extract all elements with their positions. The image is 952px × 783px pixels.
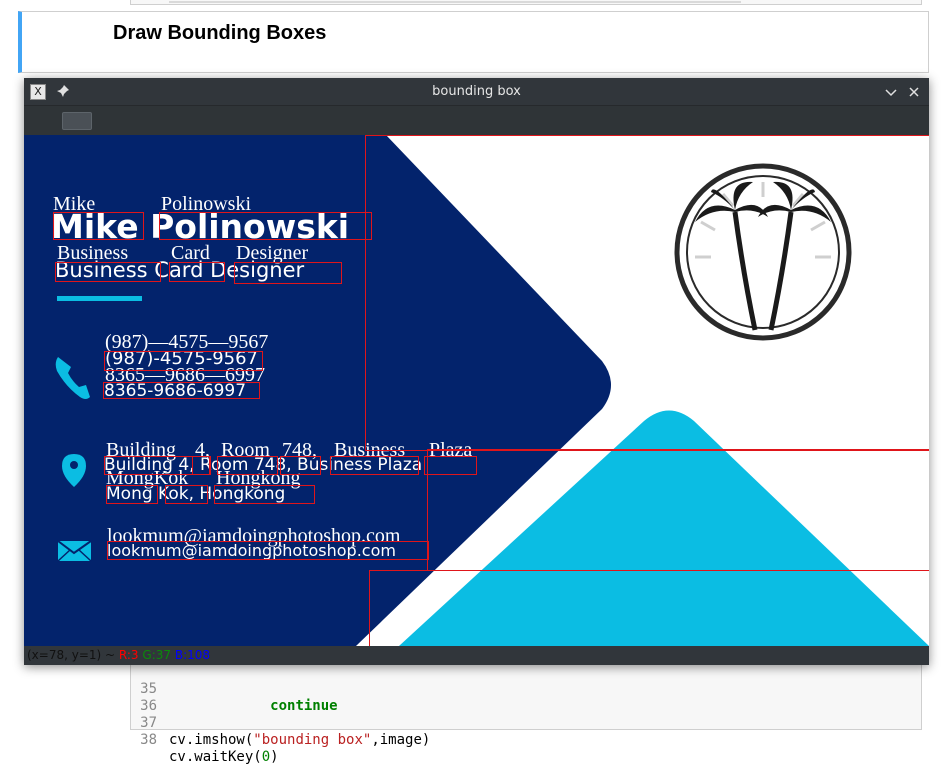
bounding-box xyxy=(280,456,321,475)
previous-cell-scrollbar xyxy=(169,1,741,3)
bounding-box xyxy=(214,485,315,504)
image-canvas[interactable]: Mike Polinowski Business Card Designer (… xyxy=(24,135,929,646)
bounding-box xyxy=(234,262,342,284)
code-line: 36 xyxy=(131,681,165,714)
image-window[interactable]: X bounding box Mike Polinowski Business … xyxy=(24,78,929,665)
bounding-box xyxy=(53,212,144,240)
bounding-box xyxy=(217,456,278,475)
bounding-box xyxy=(369,570,929,646)
code-line: 37 cv.imshow("bounding box",image) xyxy=(131,698,430,748)
code-text: cv.waitKey(0) xyxy=(169,749,279,765)
mail-icon xyxy=(57,540,92,562)
accent-line xyxy=(57,296,142,301)
window-titlebar[interactable]: X bounding box xyxy=(24,78,929,106)
bounding-box xyxy=(165,485,208,504)
bounding-box xyxy=(330,456,419,475)
line-number: 38 xyxy=(140,732,157,748)
window-statusbar: (x=78, y=1) ~ R:3 G:37 B:108 xyxy=(24,646,929,665)
previous-cell-edge xyxy=(130,0,922,5)
bounding-box xyxy=(365,135,929,451)
window-toolbar xyxy=(24,106,929,135)
bounding-box xyxy=(192,456,211,475)
code-text: cv.imshow("bounding box",image) xyxy=(169,732,431,748)
bounding-box xyxy=(159,212,372,240)
code-line: 38 cv.waitKey(0) xyxy=(131,715,278,765)
bounding-box xyxy=(55,262,161,282)
code-line: 35 continue xyxy=(131,664,337,714)
bounding-box xyxy=(103,382,260,399)
bounding-box xyxy=(427,449,929,571)
close-icon[interactable] xyxy=(905,83,923,101)
markdown-heading: Draw Bounding Boxes xyxy=(113,22,327,44)
bounding-box xyxy=(106,485,158,504)
toolbar-button[interactable] xyxy=(62,112,92,130)
status-readout: (x=78, y=1) ~ R:3 G:37 B:108 xyxy=(27,648,211,662)
code-text: continue xyxy=(270,698,338,714)
chevron-down-icon[interactable] xyxy=(882,83,900,101)
window-title: bounding box xyxy=(432,84,521,99)
bounding-box xyxy=(169,262,225,282)
bounding-box xyxy=(104,351,263,371)
bounding-box xyxy=(107,541,429,560)
